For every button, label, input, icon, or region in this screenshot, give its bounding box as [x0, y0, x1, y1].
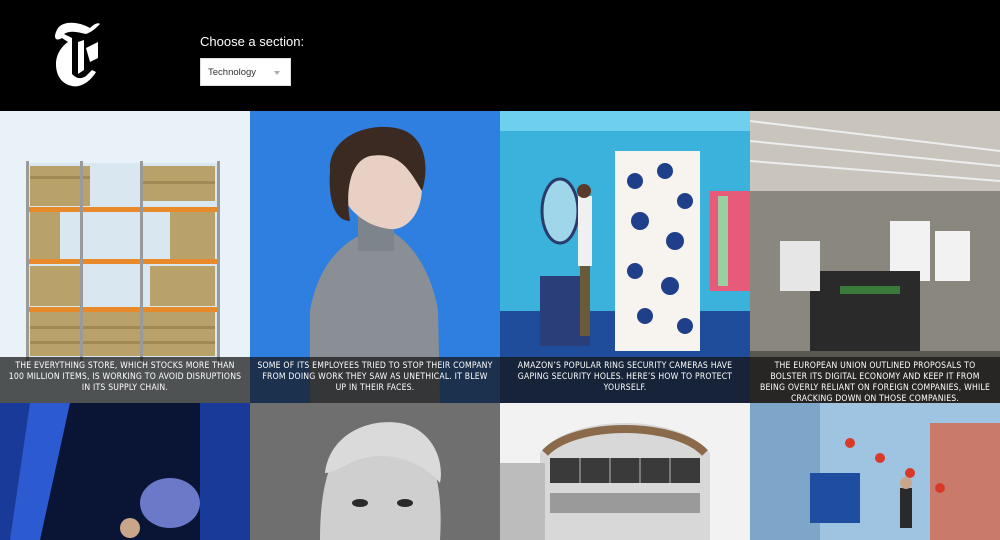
article-tile-1[interactable]: The Everything Store, which stocks more … — [0, 111, 250, 403]
article-image-8 — [750, 403, 1000, 540]
section-select[interactable]: Technology — [200, 58, 291, 86]
article-image-5 — [0, 403, 250, 540]
article-tile-6[interactable] — [250, 403, 500, 540]
article-grid: The Everything Store, which stocks more … — [0, 111, 1000, 540]
article-tile-7[interactable] — [500, 403, 750, 540]
article-tile-4[interactable]: The European Union outlined proposals to… — [750, 111, 1000, 403]
nyt-logo-icon[interactable] — [50, 18, 102, 90]
section-select-value: Technology — [208, 67, 257, 78]
article-image-7 — [500, 403, 750, 540]
article-abstract-3: Amazon’s popular Ring security cameras h… — [500, 357, 750, 403]
article-tile-5[interactable] — [0, 403, 250, 540]
article-abstract-4: The European Union outlined proposals to… — [750, 357, 1000, 403]
article-tile-2[interactable]: Some of its employees tried to stop thei… — [250, 111, 500, 403]
article-abstract-2: Some of its employees tried to stop thei… — [250, 357, 500, 403]
chevron-down-icon — [274, 71, 280, 75]
article-abstract-1: The Everything Store, which stocks more … — [0, 357, 250, 403]
section-label: Choose a section: — [200, 34, 305, 49]
article-tile-8[interactable] — [750, 403, 1000, 540]
app-header: Choose a section: Technology — [0, 0, 1000, 111]
article-tile-3[interactable]: Amazon’s popular Ring security cameras h… — [500, 111, 750, 403]
article-image-6 — [250, 403, 500, 540]
